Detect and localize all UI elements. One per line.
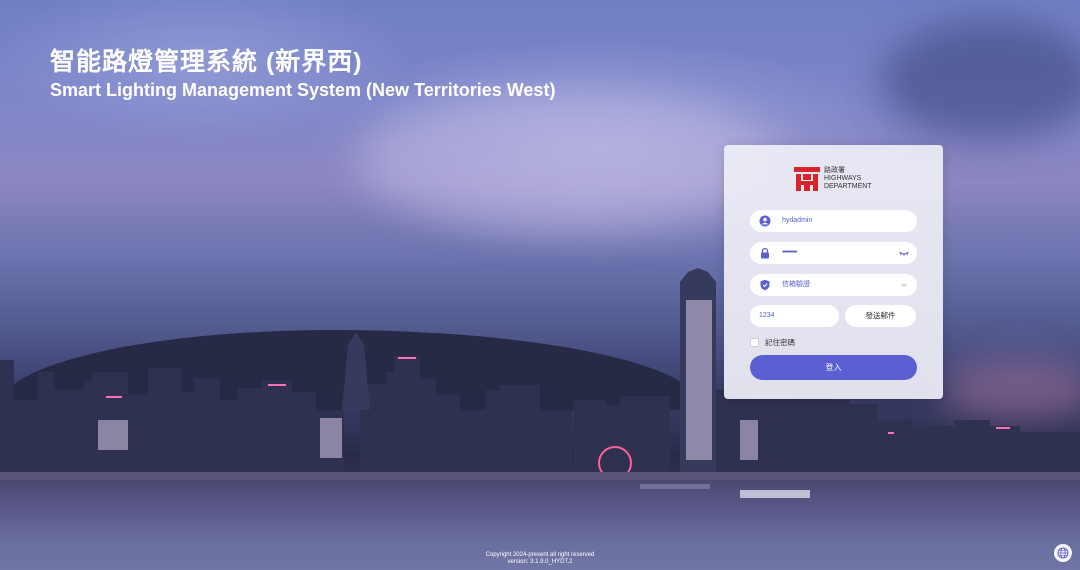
- logo-text-chinese: 路政署: [824, 167, 845, 174]
- remember-password-option[interactable]: 記住密碼: [750, 337, 795, 348]
- globe-icon: [1057, 547, 1069, 559]
- highways-department-logo: 路政署 HIGHWAYS DEPARTMENT: [794, 167, 872, 191]
- username-value: hydadmin: [782, 217, 813, 224]
- shield-icon: [760, 279, 770, 291]
- verification-code-value: 1234: [759, 312, 775, 319]
- verification-method-select[interactable]: 信箱驗證: [750, 274, 917, 296]
- highways-department-emblem-icon: [794, 167, 820, 191]
- login-card: 路政署 HIGHWAYS DEPARTMENT hydadmin •••••••…: [724, 145, 943, 399]
- verification-code-input[interactable]: 1234: [750, 305, 839, 327]
- verification-method-value: 信箱驗證: [782, 281, 810, 288]
- chevron-down-icon: [901, 283, 907, 288]
- password-field[interactable]: ••••••••••: [750, 242, 917, 264]
- username-field[interactable]: hydadmin: [750, 210, 917, 232]
- login-button[interactable]: 登入: [750, 355, 917, 380]
- send-email-button[interactable]: 發送郵件: [845, 305, 916, 327]
- logo-text-department: DEPARTMENT: [824, 183, 872, 190]
- remember-password-label: 記住密碼: [765, 338, 795, 347]
- remember-password-checkbox[interactable]: [750, 338, 759, 347]
- user-icon: [759, 215, 771, 227]
- copyright-text: Copyright 2024-present all right reserve…: [485, 552, 595, 558]
- logo-text-highways: HIGHWAYS: [824, 175, 862, 182]
- page-title-chinese: 智能路燈管理系統 (新界西): [50, 48, 363, 76]
- lock-icon: [761, 247, 769, 259]
- language-switch-button[interactable]: [1054, 544, 1072, 562]
- version-text: version: 3.1.9.0_HYDT.2: [507, 559, 573, 565]
- page-title-english: Smart Lighting Management System (New Te…: [50, 80, 556, 100]
- footer: Copyright 2024-present all right reserve…: [440, 552, 640, 566]
- password-value: ••••••••••: [782, 249, 797, 256]
- eye-closed-icon[interactable]: [899, 248, 909, 258]
